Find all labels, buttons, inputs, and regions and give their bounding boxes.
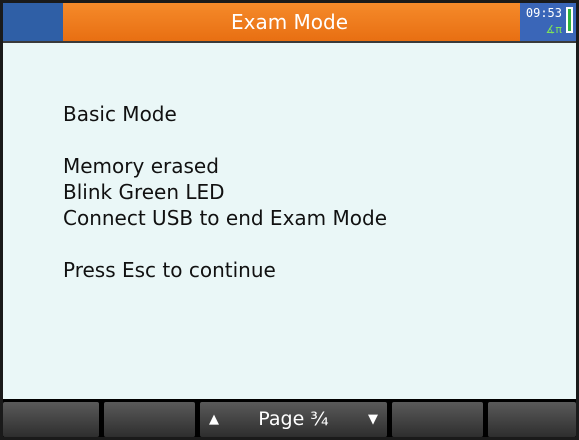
mode-line: Basic Mode	[63, 102, 177, 126]
softkey-4[interactable]	[392, 402, 483, 437]
page-title: Exam Mode	[230, 10, 349, 34]
softkey-1[interactable]	[3, 402, 99, 437]
battery-icon	[566, 7, 573, 33]
page-label: Page ¾	[258, 408, 329, 430]
softkey-5[interactable]	[488, 402, 576, 437]
page-softkey[interactable]: ▲ Page ¾ ▼	[200, 402, 387, 437]
continue-line: Press Esc to continue	[63, 258, 276, 282]
clock: 09:53	[525, 6, 562, 20]
softkey-2[interactable]	[104, 402, 195, 437]
calculator-screen: Exam Mode 09:53 ∡π Basic Mode Memory era…	[0, 0, 579, 440]
exam-message: Basic Mode Memory erased Blink Green LED…	[63, 101, 387, 283]
led-line: Blink Green LED	[63, 180, 225, 204]
page-down-icon[interactable]: ▼	[368, 402, 378, 437]
usb-line: Connect USB to end Exam Mode	[63, 206, 387, 230]
memory-line: Memory erased	[63, 154, 219, 178]
title-left-block	[3, 3, 63, 41]
angle-mode-icon: ∡π	[545, 23, 562, 36]
status-area: 09:53 ∡π	[520, 3, 576, 41]
softkey-menu: ▲ Page ¾ ▼	[3, 399, 576, 437]
page-up-icon[interactable]: ▲	[209, 402, 219, 437]
title-bar: Exam Mode 09:53 ∡π	[3, 3, 576, 43]
